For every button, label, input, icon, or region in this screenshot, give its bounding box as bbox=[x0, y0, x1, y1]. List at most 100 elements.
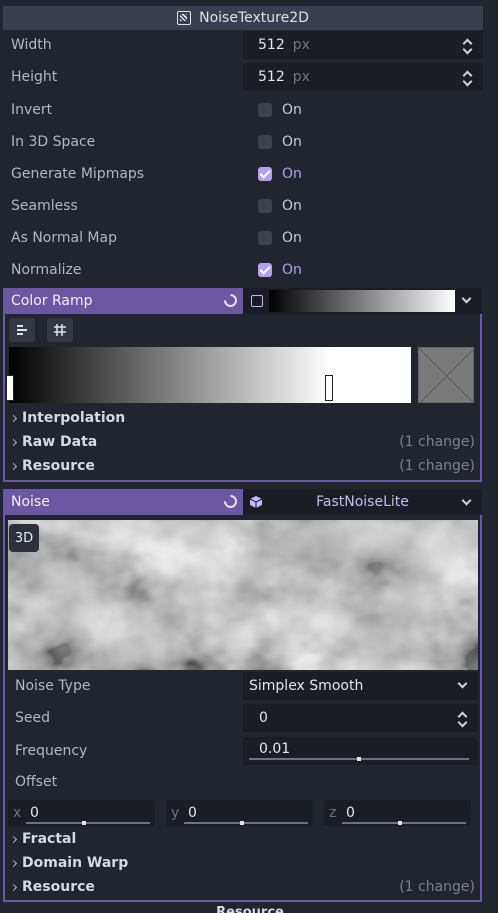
width-spinbox[interactable]: 512 px bbox=[243, 31, 483, 59]
reverse-icon bbox=[17, 325, 27, 335]
noise-texture-icon bbox=[177, 11, 192, 25]
height-unit: px bbox=[292, 69, 310, 85]
checkbox-checked-icon[interactable] bbox=[258, 263, 272, 277]
revert-icon[interactable] bbox=[221, 492, 240, 511]
revert-icon[interactable] bbox=[221, 291, 240, 310]
offset-y-field[interactable]: y 0 bbox=[166, 800, 313, 826]
offset-x-field[interactable]: x 0 bbox=[8, 800, 155, 826]
change-count: (1 change) bbox=[399, 434, 475, 450]
seed-spinbox[interactable]: 0 bbox=[243, 704, 478, 732]
chevron-down-icon[interactable] bbox=[461, 293, 472, 304]
property-invert: Invert On bbox=[3, 95, 483, 125]
offset-y-value: 0 bbox=[188, 805, 197, 821]
checkbox-icon[interactable] bbox=[258, 103, 272, 117]
width-unit: px bbox=[292, 37, 310, 53]
noise-type-dropdown[interactable]: Simplex Smooth bbox=[243, 672, 478, 700]
noise-label: Noise bbox=[11, 494, 50, 510]
checkbox-text: On bbox=[282, 198, 302, 214]
color-ramp-resource-subsection[interactable]: Resource (1 change) bbox=[9, 455, 479, 477]
frequency-label: Frequency bbox=[15, 743, 88, 759]
toggle-3d-preview-button[interactable]: 3D bbox=[9, 524, 39, 552]
normalize-label: Normalize bbox=[11, 262, 82, 278]
seamless-checkbox[interactable]: On bbox=[243, 192, 483, 220]
slider-knob[interactable] bbox=[398, 821, 402, 825]
in-3d-space-checkbox[interactable]: On bbox=[243, 128, 483, 156]
frequency-slider[interactable]: 0.01 bbox=[243, 737, 478, 765]
chevron-down-icon[interactable] bbox=[457, 678, 468, 689]
slider-knob[interactable] bbox=[357, 757, 361, 761]
subsection-label: Fractal bbox=[22, 831, 77, 847]
offset-x-value: 0 bbox=[30, 805, 39, 821]
property-as-normal-map: As Normal Map On bbox=[3, 223, 483, 253]
gradient-stop-handle[interactable] bbox=[6, 375, 14, 401]
generate-mipmaps-checkbox[interactable]: On bbox=[243, 160, 483, 188]
gradient-preview[interactable] bbox=[269, 290, 455, 312]
width-value: 512 bbox=[258, 37, 285, 53]
chevron-right-icon bbox=[9, 859, 18, 867]
in-3d-space-label: In 3D Space bbox=[11, 134, 96, 150]
checkbox-text: On bbox=[282, 134, 302, 150]
checkbox-text: On bbox=[282, 166, 302, 182]
domain-warp-subsection[interactable]: Domain Warp bbox=[9, 852, 128, 874]
reverse-gradient-button[interactable] bbox=[9, 318, 35, 342]
snap-grid-button[interactable] bbox=[47, 318, 73, 342]
noise-type-value: Simplex Smooth bbox=[249, 678, 364, 694]
grid-snap-icon bbox=[54, 324, 66, 336]
axis-label: z bbox=[329, 805, 337, 821]
updown-arrows-icon[interactable] bbox=[463, 39, 473, 51]
color-ramp-label-cell[interactable]: Color Ramp bbox=[3, 288, 243, 314]
slider-track bbox=[342, 822, 466, 824]
gradient-editor[interactable] bbox=[9, 347, 411, 403]
slider-knob[interactable] bbox=[82, 821, 86, 825]
noise-preview bbox=[8, 520, 478, 670]
offset-label: Offset bbox=[15, 774, 58, 790]
as-normal-map-label: As Normal Map bbox=[11, 230, 117, 246]
height-spinbox[interactable]: 512 px bbox=[243, 63, 483, 91]
checkbox-icon[interactable] bbox=[258, 199, 272, 213]
property-seamless: Seamless On bbox=[3, 191, 483, 221]
resource-tab[interactable]: Resource bbox=[180, 903, 320, 913]
invert-label: Invert bbox=[11, 102, 53, 118]
axis-label: x bbox=[13, 805, 22, 821]
gradient-stop-handle[interactable] bbox=[325, 375, 333, 401]
noise-label-cell[interactable]: Noise bbox=[3, 489, 243, 515]
raw-data-subsection[interactable]: Raw Data (1 change) bbox=[9, 431, 479, 453]
offset-z-field[interactable]: z 0 bbox=[324, 800, 471, 826]
gradient-icon bbox=[251, 295, 263, 307]
checkbox-text: On bbox=[282, 262, 302, 278]
property-height: Height 512 px bbox=[3, 62, 483, 92]
invert-checkbox[interactable]: On bbox=[243, 96, 483, 124]
selected-stop-color-swatch[interactable] bbox=[418, 347, 474, 403]
checkbox-text: On bbox=[282, 102, 302, 118]
subsection-label: Raw Data bbox=[22, 434, 98, 450]
noise-type-label: Noise Type bbox=[15, 678, 91, 694]
interpolation-subsection[interactable]: Interpolation bbox=[9, 407, 125, 429]
chevron-right-icon bbox=[9, 438, 18, 446]
chevron-right-icon bbox=[9, 462, 18, 470]
subsection-label: Domain Warp bbox=[22, 855, 129, 871]
normalize-checkbox[interactable]: On bbox=[243, 256, 483, 284]
updown-arrows-icon[interactable] bbox=[463, 71, 473, 83]
width-label: Width bbox=[11, 37, 52, 53]
as-normal-map-checkbox[interactable]: On bbox=[243, 224, 483, 252]
noise-resource-picker[interactable]: FastNoiseLite bbox=[243, 489, 482, 515]
noise-resource-subsection[interactable]: Resource (1 change) bbox=[9, 876, 479, 898]
checkbox-icon[interactable] bbox=[258, 231, 272, 245]
checkbox-text: On bbox=[282, 230, 302, 246]
generate-mipmaps-label: Generate Mipmaps bbox=[11, 166, 145, 182]
property-frequency: Frequency 0.01 bbox=[9, 736, 479, 766]
slider-track bbox=[184, 822, 308, 824]
checkbox-checked-icon[interactable] bbox=[258, 167, 272, 181]
change-count: (1 change) bbox=[399, 458, 475, 474]
color-ramp-label: Color Ramp bbox=[11, 293, 93, 309]
subsection-label: Resource bbox=[22, 458, 95, 474]
slider-track bbox=[26, 822, 150, 824]
chevron-right-icon bbox=[9, 883, 18, 891]
chevron-right-icon bbox=[9, 835, 18, 843]
checkbox-icon[interactable] bbox=[258, 135, 272, 149]
axis-label: y bbox=[171, 805, 180, 821]
updown-arrows-icon[interactable] bbox=[458, 712, 468, 724]
fractal-subsection[interactable]: Fractal bbox=[9, 828, 76, 850]
offset-z-value: 0 bbox=[346, 805, 355, 821]
slider-knob[interactable] bbox=[240, 821, 244, 825]
